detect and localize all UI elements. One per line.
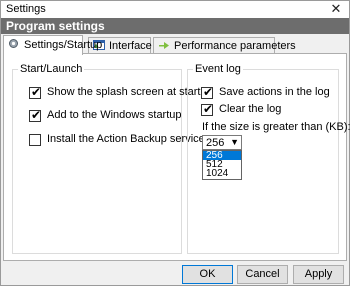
chevron-down-icon[interactable]: ▼: [230, 136, 239, 149]
tab-label: Interface: [109, 40, 152, 52]
gear-icon: [8, 38, 20, 48]
tab-settings-startup[interactable]: Settings/Startup: [3, 35, 102, 55]
checkbox-box[interactable]: [29, 134, 41, 146]
checkbox-box[interactable]: ✔: [29, 85, 42, 99]
apply-button[interactable]: Apply: [293, 265, 344, 284]
tab-label: Settings/Startup: [24, 39, 103, 51]
arrow-icon: [158, 40, 170, 50]
tab-performance-parameters[interactable]: Performance parameters: [153, 37, 296, 54]
group-label: Event log: [193, 63, 243, 75]
tab-strip: Settings/Startup Interface Performance p…: [3, 35, 347, 55]
checkbox-box[interactable]: ✔: [201, 85, 214, 99]
checkbox-box[interactable]: ✔: [201, 102, 214, 116]
check-icon: ✔: [31, 85, 42, 99]
size-select-value: 256: [206, 137, 225, 149]
title-bar[interactable]: Settings ✕: [1, 1, 349, 18]
dropdown-option[interactable]: 1024: [203, 169, 241, 179]
check-icon: ✔: [203, 102, 214, 116]
checkbox-label: Install the Action Backup service: [47, 133, 205, 145]
start-launch-group: Start/Launch ✔ Show the splash screen at…: [12, 63, 213, 254]
group-label: Start/Launch: [18, 63, 85, 75]
settings-window: Settings ✕ Program settings Settings/Sta…: [0, 0, 350, 286]
window-title: Settings: [6, 3, 46, 15]
size-select[interactable]: 256 ▼: [202, 135, 242, 150]
size-threshold-label: If the size is greater than (KB):: [202, 121, 350, 133]
checkbox-label: Clear the log: [219, 103, 282, 115]
checkbox-label: Save actions in the log: [219, 86, 330, 98]
ok-button[interactable]: OK: [182, 265, 233, 284]
check-icon: ✔: [203, 85, 214, 99]
size-dropdown-list[interactable]: 256 512 1024: [202, 150, 242, 180]
cancel-button[interactable]: Cancel: [237, 265, 288, 284]
event-log-group: Event log ✔ Save actions in the log ✔ Cl…: [187, 63, 350, 254]
check-icon: ✔: [31, 108, 42, 122]
page-title: Program settings: [6, 19, 105, 33]
header-bar: Program settings: [1, 18, 349, 34]
tab-label: Performance parameters: [174, 40, 296, 52]
checkbox-box[interactable]: ✔: [29, 108, 42, 122]
checkbox-label: Add to the Windows startup: [47, 109, 182, 121]
close-icon[interactable]: ✕: [323, 1, 349, 18]
settings-startup-pane: Start/Launch ✔ Show the splash screen at…: [3, 53, 350, 261]
